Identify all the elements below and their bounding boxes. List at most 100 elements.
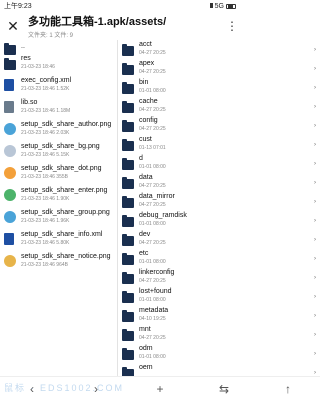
folder-row[interactable]: data 04-27 20:25 › bbox=[118, 173, 320, 192]
xml-file-icon bbox=[4, 233, 16, 245]
close-icon[interactable]: ✕ bbox=[6, 18, 20, 35]
folder-date: 01-01 08:00 bbox=[139, 164, 166, 170]
item-name: setup_sdk_share_dot.png bbox=[21, 165, 102, 172]
folder-icon bbox=[122, 157, 134, 170]
folder-row[interactable]: etc 01-01 08:00 › bbox=[118, 249, 320, 268]
list-item[interactable]: setup_sdk_share_notice.png 21-03-23 18:46… bbox=[0, 252, 117, 274]
item-name: setup_sdk_share_enter.png bbox=[21, 187, 108, 194]
item-text: setup_sdk_share_notice.png 21-03-23 18:46… bbox=[21, 253, 113, 268]
item-text: lost+found 01-01 08:00 bbox=[139, 288, 309, 303]
list-item[interactable]: setup_sdk_share_dot.png 21-03-23 18:46 35… bbox=[0, 164, 117, 186]
up-icon[interactable]: ↑ bbox=[278, 382, 298, 396]
chevron-right-icon: › bbox=[314, 332, 316, 338]
list-item[interactable]: setup_sdk_share_bg.png 21-03-23 18:46 5.1… bbox=[0, 142, 117, 164]
item-text: setup_sdk_share_bg.png 21-03-23 18:46 5.1… bbox=[21, 143, 113, 158]
list-item[interactable]: setup_sdk_share_enter.png 21-03-23 18:46 … bbox=[0, 186, 117, 208]
folder-row[interactable]: config 04-27 20:25 › bbox=[118, 116, 320, 135]
folder-date: 04-27 20:25 bbox=[139, 278, 166, 284]
list-item[interactable]: exec_config.xml 21-03-23 18:46 1.52K bbox=[0, 76, 117, 98]
item-name: setup_sdk_share_bg.png bbox=[21, 143, 100, 150]
chevron-right-icon: › bbox=[314, 256, 316, 262]
item-name: lib.so bbox=[21, 99, 38, 106]
folder-date: 04-27 20:25 bbox=[139, 183, 166, 189]
item-name: setup_sdk_share_group.png bbox=[21, 209, 110, 216]
item-meta: 21-03-23 18:46 1.52K bbox=[21, 86, 70, 92]
folder-date: 04-27 20:25 bbox=[139, 240, 166, 246]
folder-date: 04-27 20:25 bbox=[139, 69, 166, 75]
item-text: config 04-27 20:25 bbox=[139, 117, 309, 132]
list-item[interactable]: res 21-03-23 18:46 bbox=[0, 54, 117, 76]
folder-icon bbox=[122, 195, 134, 208]
folder-name: data bbox=[139, 174, 153, 181]
add-icon[interactable]: + bbox=[150, 382, 170, 396]
more-menu-icon[interactable]: ⋮ bbox=[226, 20, 238, 32]
folder-name: lost+found bbox=[139, 288, 172, 295]
folder-date: 01-01 08:00 bbox=[139, 259, 166, 265]
folder-row[interactable]: d 01-01 08:00 › bbox=[118, 154, 320, 173]
item-name: .. bbox=[21, 43, 25, 50]
folder-date: 04-27 20:25 bbox=[139, 335, 166, 341]
item-text: lib.so 21-03-23 18:46 1.18M bbox=[21, 99, 113, 114]
right-pane[interactable]: acct 04-27 20:25 › apex 04-27 20:25 › bin 01-01… bbox=[118, 40, 320, 376]
left-pane[interactable]: .. res 21-03-23 18:46 exec_config.xml 21-03-… bbox=[0, 40, 118, 376]
folder-row[interactable]: apex 04-27 20:25 › bbox=[118, 59, 320, 78]
item-text: dev 04-27 20:25 bbox=[139, 231, 309, 246]
chevron-right-icon: › bbox=[314, 47, 316, 53]
folder-row[interactable]: debug_ramdisk 01-01 08:00 › bbox=[118, 211, 320, 230]
list-item[interactable]: lib.so 21-03-23 18:46 1.18M bbox=[0, 98, 117, 120]
signal-icon bbox=[209, 2, 213, 10]
item-meta: 21-03-23 18:46 1.18M bbox=[21, 108, 71, 114]
folder-row[interactable]: lost+found 01-01 08:00 › bbox=[118, 287, 320, 306]
folder-name: config bbox=[139, 117, 158, 124]
status-icons: 5G bbox=[209, 2, 236, 10]
battery-icon bbox=[226, 3, 236, 9]
watermark: 鼠标 · EDS1002.COM bbox=[4, 383, 125, 393]
folder-date: 01-01 08:00 bbox=[139, 221, 166, 227]
folder-name: cache bbox=[139, 98, 158, 105]
item-text: etc 01-01 08:00 bbox=[139, 250, 309, 265]
folder-file-count: 文件夹: 1 文件: 9 bbox=[28, 33, 74, 39]
folder-row[interactable]: cache 04-27 20:25 › bbox=[118, 97, 320, 116]
folder-icon bbox=[122, 43, 134, 56]
folder-icon bbox=[122, 119, 134, 132]
path-title: 多功能工具箱-1.apk/assets/ bbox=[28, 16, 167, 28]
folder-row[interactable]: acct 04-27 20:25 › bbox=[118, 40, 320, 59]
folder-row[interactable]: data_mirror 04-27 20:25 › bbox=[118, 192, 320, 211]
folder-icon bbox=[122, 366, 134, 376]
folder-name: data_mirror bbox=[139, 193, 175, 200]
folder-row[interactable]: cust 01-13 07:01 › bbox=[118, 135, 320, 154]
parent-folder-row[interactable]: .. bbox=[0, 40, 117, 55]
folder-date: 04-10 19:25 bbox=[139, 316, 166, 322]
folder-row[interactable]: oem › bbox=[118, 363, 320, 376]
folder-name: debug_ramdisk bbox=[139, 212, 187, 219]
item-meta: 21-03-23 18:46 1.96K bbox=[21, 218, 70, 224]
swap-panes-icon[interactable]: ⇆ bbox=[214, 382, 234, 396]
folder-date: 01-01 08:00 bbox=[139, 354, 166, 360]
folder-row[interactable]: mnt 04-27 20:25 › bbox=[118, 325, 320, 344]
png-icon bbox=[4, 211, 16, 223]
chevron-right-icon: › bbox=[314, 85, 316, 91]
folder-icon bbox=[4, 57, 16, 70]
folder-row[interactable]: bin 01-01 08:00 › bbox=[118, 78, 320, 97]
list-item[interactable]: setup_sdk_share_info.xml 21-03-23 18:46 5… bbox=[0, 230, 117, 252]
list-item[interactable]: setup_sdk_share_author.png 21-03-23 18:46… bbox=[0, 120, 117, 142]
folder-name: odm bbox=[139, 345, 153, 352]
folder-row[interactable]: odm 01-01 08:00 › bbox=[118, 344, 320, 363]
chevron-right-icon: › bbox=[314, 294, 316, 300]
folder-icon bbox=[122, 252, 134, 265]
item-name: setup_sdk_share_author.png bbox=[21, 121, 112, 128]
folder-icon bbox=[122, 138, 134, 151]
chevron-right-icon: › bbox=[314, 161, 316, 167]
item-text: acct 04-27 20:25 bbox=[139, 41, 309, 56]
folder-icon bbox=[122, 309, 134, 322]
folder-row[interactable]: linkerconfig 04-27 20:25 › bbox=[118, 268, 320, 287]
list-item[interactable]: setup_sdk_share_group.png 21-03-23 18:46 … bbox=[0, 208, 117, 230]
folder-row[interactable]: dev 04-27 20:25 › bbox=[118, 230, 320, 249]
png-icon bbox=[4, 123, 16, 135]
png-icon bbox=[4, 255, 16, 267]
folder-name: oem bbox=[139, 364, 153, 371]
folder-name: metadata bbox=[139, 307, 169, 314]
item-text: apex 04-27 20:25 bbox=[139, 60, 309, 75]
xml-file-icon bbox=[4, 79, 16, 91]
folder-row[interactable]: metadata 04-10 19:25 › bbox=[118, 306, 320, 325]
